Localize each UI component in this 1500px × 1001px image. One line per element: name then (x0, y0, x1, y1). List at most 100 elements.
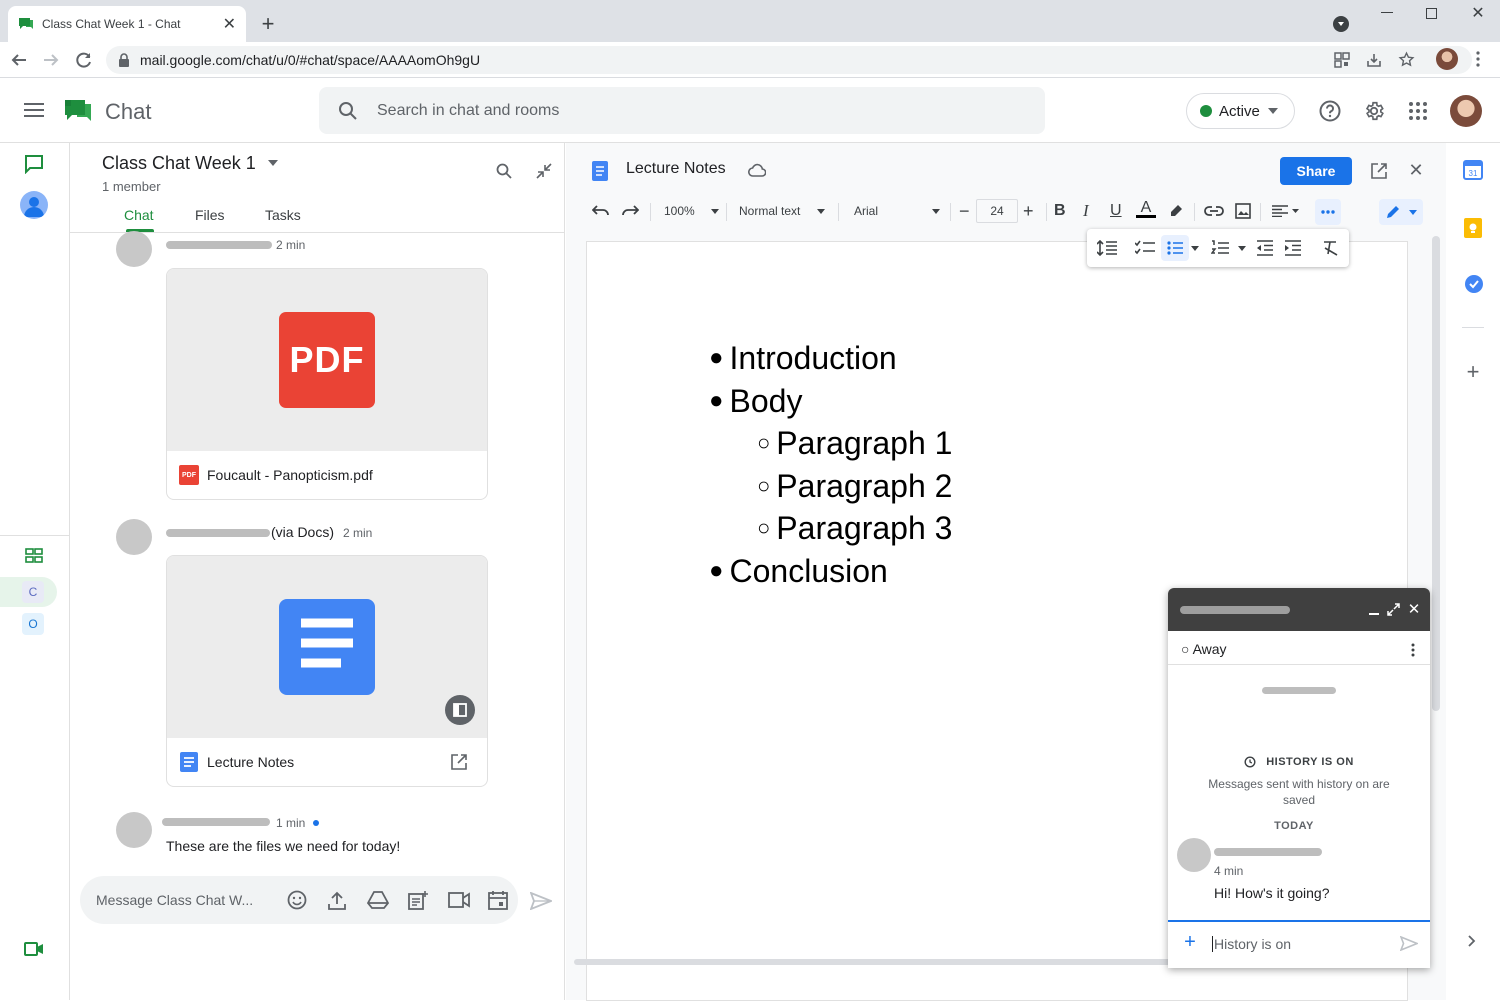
profile-avatar-small[interactable] (1436, 48, 1458, 70)
doc-preview (167, 556, 487, 738)
undo-icon[interactable] (592, 201, 610, 221)
insert-image-icon[interactable] (1235, 201, 1251, 221)
open-in-new-window-icon[interactable] (1371, 163, 1387, 179)
collapse-icon[interactable] (536, 163, 552, 179)
checklist-icon[interactable] (1135, 240, 1155, 256)
calendar-event-icon[interactable] (488, 890, 508, 910)
search-bar[interactable]: Search in chat and rooms (319, 87, 1045, 134)
reload-icon[interactable] (75, 51, 93, 69)
clear-formatting-icon[interactable] (1323, 240, 1339, 256)
tab-chat[interactable]: Chat (124, 207, 154, 223)
line-spacing-icon[interactable] (1097, 240, 1117, 256)
space-item-o[interactable]: O (22, 613, 44, 635)
tasks-addon-icon[interactable] (1464, 274, 1484, 294)
message-composer[interactable]: Message Class Chat W... (80, 876, 518, 924)
share-button[interactable]: Share (1280, 157, 1352, 185)
text-color-icon[interactable]: A (1136, 200, 1156, 221)
tab-search-icon[interactable] (1333, 16, 1349, 32)
increase-indent-icon[interactable] (1285, 240, 1301, 256)
zoom-select[interactable]: 100% (664, 201, 719, 221)
insert-link-icon[interactable] (1204, 201, 1224, 221)
redo-icon[interactable] (621, 201, 639, 221)
bullet-options-chevron-icon[interactable] (1191, 246, 1199, 251)
popout-icon[interactable] (1387, 603, 1400, 616)
minimize-popup-icon[interactable] (1369, 613, 1379, 615)
bold-icon[interactable]: B (1054, 201, 1066, 221)
maximize-window-icon[interactable] (1426, 8, 1437, 19)
space-item-c[interactable]: C (22, 581, 44, 603)
font-size-input[interactable]: 24 (976, 199, 1018, 223)
send-icon[interactable] (530, 892, 552, 910)
main-menu-icon[interactable] (24, 103, 44, 117)
close-window-icon[interactable]: ✕ (1469, 4, 1487, 22)
numbered-list-icon[interactable] (1211, 240, 1229, 256)
browser-tab[interactable]: Class Chat Week 1 - Chat ✕ (8, 6, 246, 42)
underline-icon[interactable]: U (1110, 201, 1122, 221)
highlight-icon[interactable] (1168, 201, 1184, 221)
video-meeting-icon[interactable] (448, 892, 470, 908)
upload-icon[interactable] (328, 890, 346, 910)
qr-code-icon[interactable] (1334, 52, 1350, 68)
close-doc-icon[interactable]: ✕ (1406, 160, 1426, 180)
account-avatar[interactable] (1450, 95, 1482, 127)
doc-attachment-card[interactable]: Lecture Notes (166, 555, 488, 787)
forward-icon[interactable] (42, 51, 60, 69)
popup-send-icon[interactable] (1400, 936, 1418, 951)
chat-nav-icon[interactable] (24, 154, 44, 174)
italic-icon[interactable]: I (1083, 201, 1089, 221)
decrease-indent-icon[interactable] (1257, 240, 1273, 256)
app-header: Chat Search in chat and rooms Active (0, 79, 1500, 143)
increase-font-size-button[interactable]: + (1023, 201, 1034, 221)
browser-menu-icon[interactable] (1476, 51, 1480, 67)
tab-tasks[interactable]: Tasks (265, 207, 301, 223)
add-attachment-icon[interactable]: + (1182, 931, 1198, 953)
bulleted-list-icon[interactable] (1161, 235, 1189, 261)
message-text: These are the files we need for today! (166, 838, 401, 854)
space-title-chevron-icon[interactable] (268, 160, 278, 166)
new-tab-button[interactable]: + (256, 11, 280, 36)
pdf-attachment-card[interactable]: PDF PDF Foucault - Panopticism.pdf (166, 268, 488, 500)
create-doc-icon[interactable] (408, 890, 428, 910)
drive-icon[interactable] (367, 891, 389, 909)
popup-header[interactable]: ✕ (1168, 588, 1430, 631)
status-dropdown[interactable]: Active (1186, 93, 1295, 129)
popup-menu-icon[interactable] (1411, 643, 1415, 657)
expand-side-panel-icon[interactable] (1468, 935, 1476, 947)
user-avatar-icon[interactable] (20, 191, 48, 219)
omnibox[interactable]: mail.google.com/chat/u/0/#chat/space/AAA… (106, 46, 1472, 74)
decrease-font-size-button[interactable]: − (959, 201, 970, 221)
vertical-scrollbar[interactable] (1432, 236, 1440, 711)
horizontal-scrollbar[interactable] (574, 959, 1174, 965)
close-popup-icon[interactable]: ✕ (1406, 600, 1422, 618)
install-app-icon[interactable] (1366, 52, 1382, 68)
open-in-new-icon[interactable] (451, 754, 467, 770)
help-icon[interactable] (1319, 100, 1341, 122)
meet-video-icon[interactable] (24, 942, 44, 956)
tab-files[interactable]: Files (195, 207, 225, 223)
popup-message-input[interactable]: History is on (1212, 936, 1291, 952)
font-family-select[interactable]: Arial (854, 201, 941, 221)
more-options-button[interactable] (1315, 199, 1341, 225)
emoji-icon[interactable] (287, 890, 307, 910)
calendar-addon-icon[interactable]: 31 (1463, 160, 1483, 180)
settings-gear-icon[interactable] (1363, 100, 1385, 122)
apps-grid-icon[interactable] (1409, 102, 1427, 120)
rooms-nav-icon[interactable] (25, 548, 43, 564)
space-title[interactable]: Class Chat Week 1 (102, 153, 256, 174)
space-search-icon[interactable] (496, 163, 512, 179)
toolbar-divider (950, 203, 951, 221)
editing-mode-button[interactable] (1379, 199, 1423, 225)
doc-title[interactable]: Lecture Notes (626, 160, 726, 178)
align-left-icon[interactable] (1272, 201, 1300, 221)
side-panel-open-icon[interactable] (445, 695, 475, 725)
back-icon[interactable] (10, 51, 28, 69)
paragraph-style-select[interactable]: Normal text (739, 201, 826, 221)
member-count[interactable]: 1 member (102, 179, 161, 194)
bookmark-star-icon[interactable] (1398, 51, 1415, 68)
keep-addon-icon[interactable] (1464, 218, 1482, 238)
close-tab-icon[interactable]: ✕ (223, 14, 236, 34)
space-chat-panel: Class Chat Week 1 1 member Chat Files Ta… (70, 143, 565, 1000)
minimize-window-icon[interactable] (1381, 12, 1393, 13)
add-addon-icon[interactable]: + (1463, 359, 1483, 384)
numbered-options-chevron-icon[interactable] (1238, 246, 1246, 251)
